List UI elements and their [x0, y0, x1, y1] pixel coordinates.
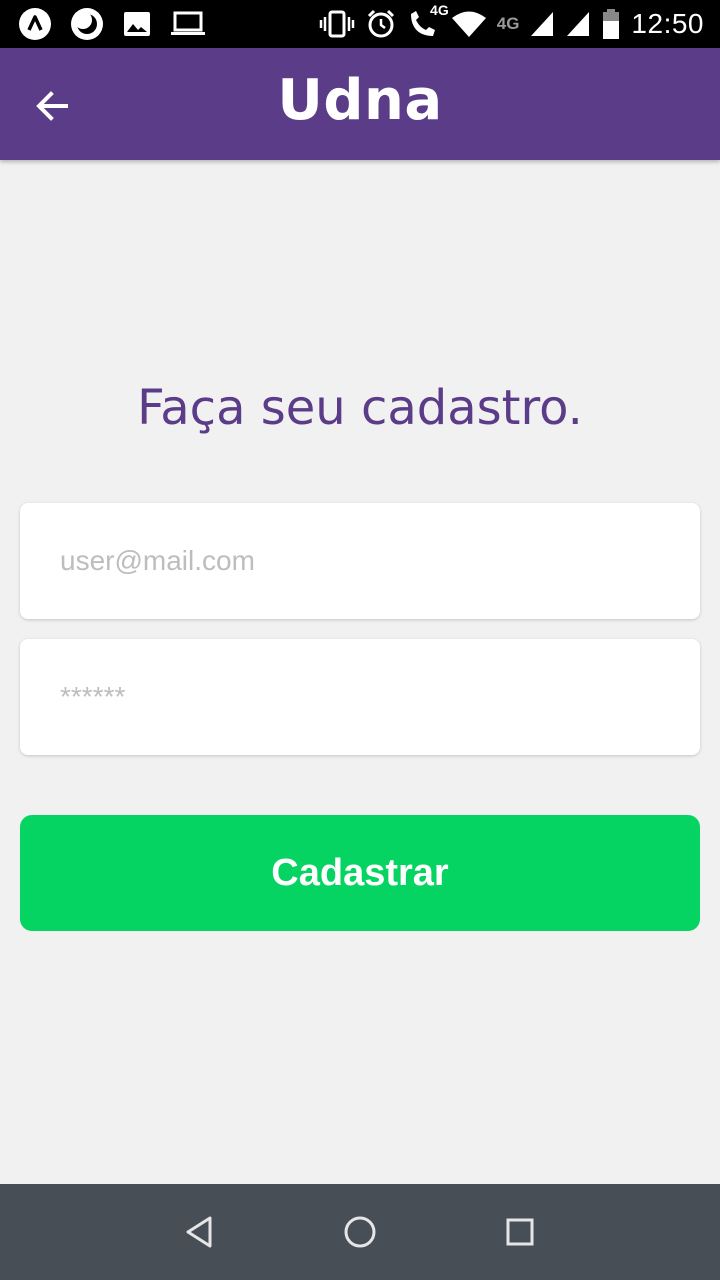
app-a-icon	[18, 7, 52, 41]
volte-call-icon: 4G	[407, 2, 449, 40]
page-title: Faça seu cadastro.	[137, 380, 583, 436]
status-right: 4G 4G 12:50	[309, 2, 704, 40]
app-title: Udna	[277, 68, 443, 133]
app-bar: Udna	[0, 48, 720, 160]
email-field[interactable]	[20, 503, 700, 619]
password-field-container	[20, 639, 700, 755]
laptop-icon	[170, 9, 206, 39]
nav-home-button[interactable]	[330, 1202, 390, 1262]
register-button[interactable]: Cadastrar	[20, 815, 700, 931]
vibrate-icon	[319, 9, 355, 39]
network-label-a: 4G	[430, 2, 449, 18]
clock: 12:50	[631, 8, 704, 39]
alarm-icon	[365, 8, 397, 40]
nav-recents-button[interactable]	[490, 1202, 550, 1262]
email-field-container	[20, 503, 700, 619]
battery-icon	[601, 8, 621, 40]
back-triangle-icon	[186, 1216, 212, 1248]
password-field[interactable]	[20, 639, 700, 755]
status-bar: 4G 4G 12:50	[0, 0, 720, 48]
system-nav-bar	[0, 1184, 720, 1280]
wifi-icon	[451, 9, 487, 39]
status-left	[18, 7, 224, 41]
nav-back-button[interactable]	[170, 1202, 230, 1262]
moon-icon	[70, 7, 104, 41]
network-label-b: 4G	[496, 14, 520, 33]
recents-square-icon	[506, 1218, 534, 1246]
home-circle-icon	[344, 1216, 376, 1248]
signal-icon	[529, 10, 555, 38]
signal-icon	[565, 10, 591, 38]
image-icon	[122, 9, 152, 39]
